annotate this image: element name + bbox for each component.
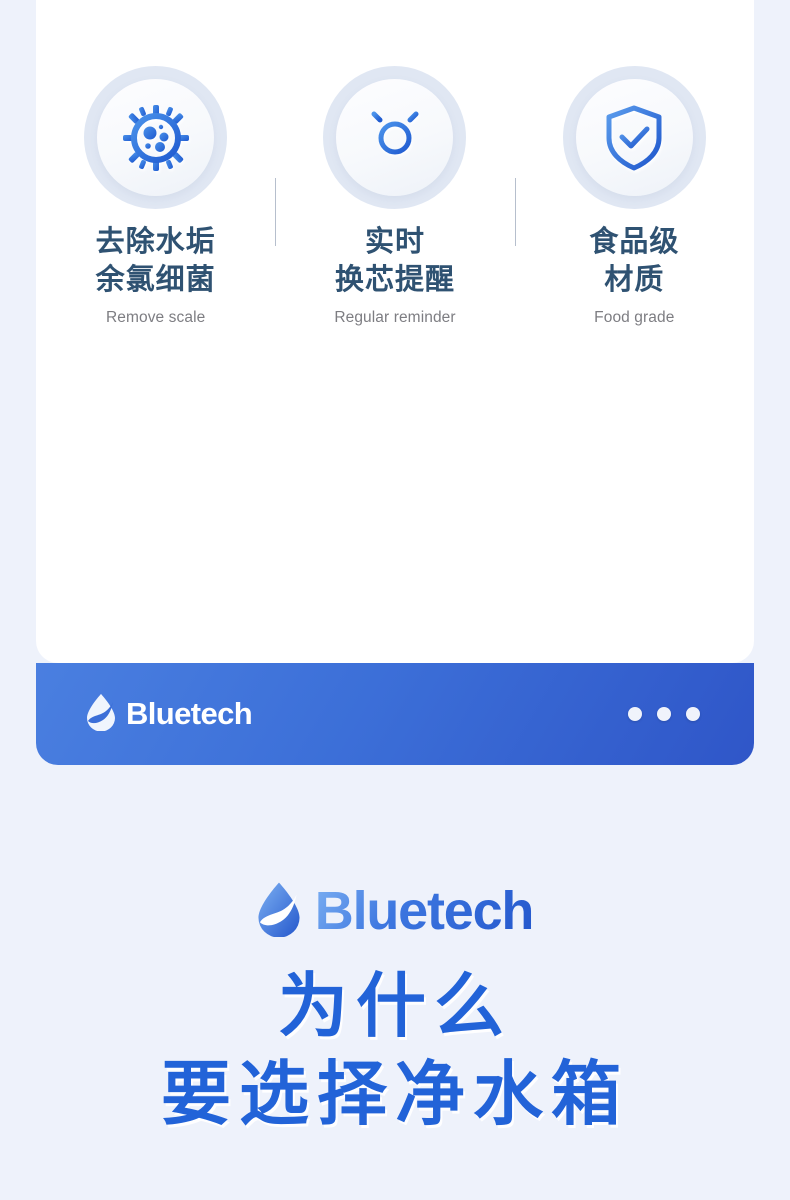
feature-cell-regular-reminder[interactable]: 实时 换芯提醒 Regular reminder [275, 66, 514, 366]
feature-title-line2: 材质 [604, 264, 665, 296]
feature-cell-remove-scale[interactable]: 去除水垢 余氯细菌 Remove scale [36, 66, 275, 366]
carousel-dot[interactable] [657, 707, 671, 721]
feature-title-line1: 食品级 [589, 226, 680, 258]
hero-brand-name: Bluetech [314, 881, 535, 941]
hero-heading: 为什么 要选择净水箱 [0, 962, 790, 1138]
brand-footer-bar: Bluetech [36, 663, 754, 765]
feature-title-line2: 余氯细菌 [95, 264, 216, 296]
brand-logo-group: Bluetech [86, 693, 253, 736]
feature-card: 双芯精滤 直饮标准 Sediment rust [36, 0, 754, 663]
hero-heading-line1: 为什么 [278, 967, 512, 1045]
feature-subtitle: Food grade [594, 309, 675, 326]
bacteria-germ-icon [84, 66, 228, 209]
feature-grid: 双芯精滤 直饮标准 Sediment rust [36, 0, 754, 366]
hero-heading-line2: 要选择净水箱 [161, 1055, 629, 1133]
carousel-dot[interactable] [686, 707, 700, 721]
hero-section: Bluetech 为什么 要选择净水箱 [0, 880, 790, 1138]
bluetech-droplet-logo-icon [86, 693, 116, 736]
feature-title: 去除水垢 余氯细菌 [96, 223, 216, 299]
feature-title: 食品级 材质 [589, 223, 679, 299]
feature-title: 实时 换芯提醒 [335, 223, 455, 299]
feature-subtitle: Remove scale [105, 309, 206, 326]
brand-name: Bluetech [126, 696, 253, 731]
lightbulb-reminder-icon [323, 66, 467, 209]
lightbulb-reminder-glyph [362, 102, 428, 173]
bluetech-droplet-logo-icon [257, 881, 301, 942]
feature-row: 去除水垢 余氯细菌 Remove scale 实时 换芯提醒 Regular r… [36, 66, 754, 366]
feature-title-line1: 实时 [364, 226, 425, 258]
feature-subtitle: Regular reminder [334, 309, 456, 326]
bacteria-germ-glyph [122, 104, 189, 171]
feature-cell-food-grade[interactable]: 食品级 材质 Food grade [515, 66, 754, 366]
carousel-dot[interactable] [628, 707, 642, 721]
carousel-dots[interactable] [628, 707, 700, 721]
feature-title-line2: 换芯提醒 [334, 264, 455, 296]
feature-title-line1: 去除水垢 [95, 226, 216, 258]
hero-logo-group: Bluetech [0, 880, 790, 942]
shield-check-glyph [604, 104, 664, 172]
shield-check-icon [562, 66, 706, 209]
